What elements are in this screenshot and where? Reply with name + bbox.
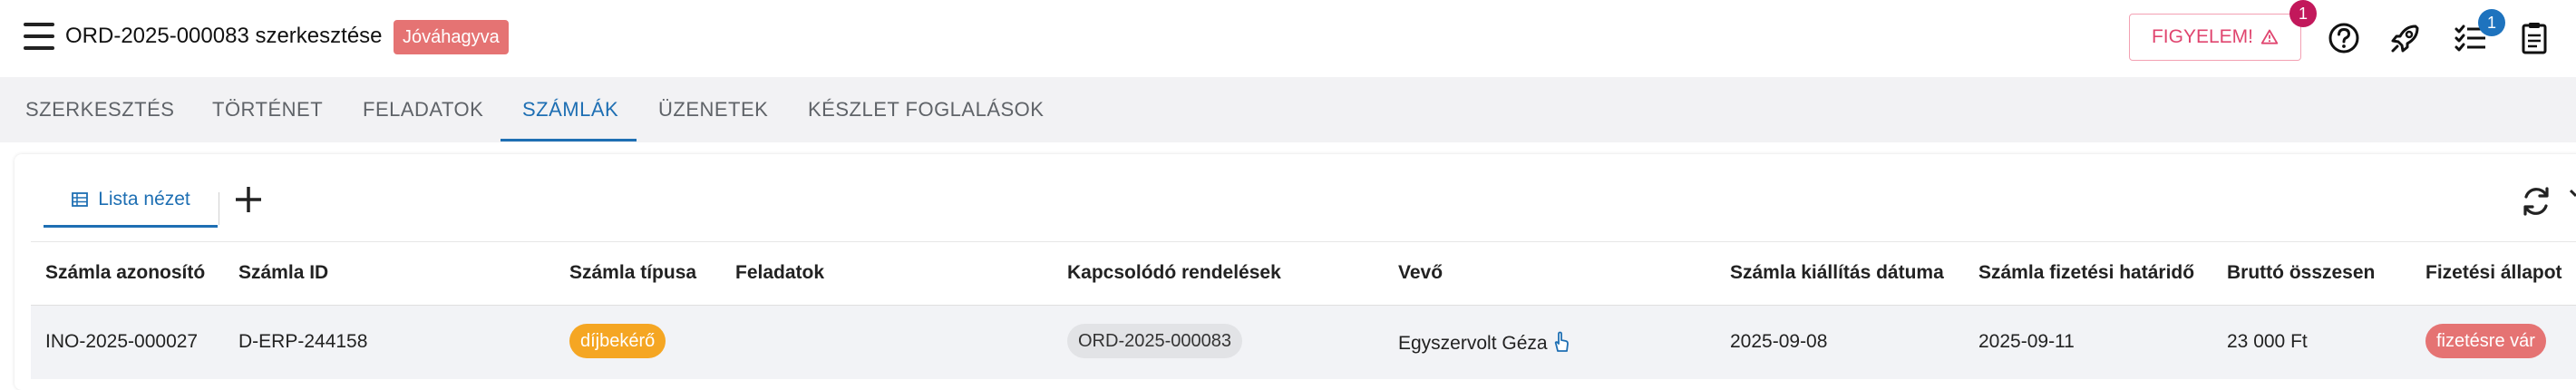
column-header-payment-status[interactable]: Fizetési állapot bbox=[2425, 262, 2562, 284]
column-header-invoice-id[interactable]: Számla ID bbox=[238, 262, 328, 284]
tasks-count-badge: 1 bbox=[2478, 9, 2505, 36]
page-title: ORD-2025-000083 szerkesztése bbox=[65, 24, 383, 48]
top-bar: ORD-2025-000083 szerkesztése Jóváhagyva … bbox=[0, 0, 2576, 78]
invoice-type-badge: díjbekérő bbox=[569, 324, 666, 358]
payment-status-badge: fizetésre vár bbox=[2425, 324, 2546, 358]
menu-icon[interactable] bbox=[24, 23, 54, 52]
cell-customer[interactable]: Egyszervolt Géza bbox=[1398, 331, 1570, 355]
tab-history[interactable]: TÖRTÉNET bbox=[212, 77, 323, 142]
warning-button[interactable]: FIGYELEM! bbox=[2129, 14, 2301, 61]
tab-stock-reservations[interactable]: KÉSZLET FOGLALÁSOK bbox=[808, 77, 1044, 142]
cell-invoice-id: D-ERP-244158 bbox=[238, 331, 368, 352]
refresh-icon[interactable] bbox=[2516, 181, 2556, 221]
column-header-gross-total[interactable]: Bruttó összesen bbox=[2227, 262, 2375, 284]
status-badge: Jóváhagyva bbox=[394, 20, 509, 54]
list-view-label: Lista nézet bbox=[98, 189, 190, 210]
column-header-tasks[interactable]: Feladatok bbox=[735, 262, 824, 284]
table-icon bbox=[72, 192, 89, 207]
rocket-icon[interactable] bbox=[2386, 18, 2425, 58]
table-row[interactable]: INO-2025-000027 D-ERP-244158 díjbekérő O… bbox=[31, 305, 2576, 379]
list-view-tab[interactable]: Lista nézet bbox=[44, 174, 218, 228]
column-header-invoice-type[interactable]: Számla típusa bbox=[569, 262, 696, 284]
warning-icon bbox=[2260, 29, 2279, 44]
column-header-invoice-code[interactable]: Számla azonosító bbox=[45, 262, 205, 284]
cell-issue-date: 2025-09-08 bbox=[1730, 331, 1828, 352]
column-header-related-orders[interactable]: Kapcsolódó rendelések bbox=[1067, 262, 1281, 284]
tab-messages[interactable]: ÜZENETEK bbox=[658, 77, 768, 142]
tab-edit[interactable]: SZERKESZTÉS bbox=[25, 77, 174, 142]
tab-tasks[interactable]: FELADATOK bbox=[363, 77, 483, 142]
active-tab-indicator bbox=[501, 139, 637, 141]
pointer-hand-icon bbox=[1555, 331, 1570, 352]
add-icon[interactable] bbox=[230, 181, 267, 218]
tab-bar: SZERKESZTÉS TÖRTÉNET FELADATOK SZÁMLÁK Ü… bbox=[0, 77, 2576, 142]
warning-label: FIGYELEM! bbox=[2151, 26, 2254, 47]
cell-gross-total: 23 000 Ft bbox=[2227, 331, 2308, 352]
help-icon[interactable] bbox=[2324, 18, 2364, 58]
more-options-icon[interactable] bbox=[2570, 187, 2576, 214]
cell-due-date: 2025-09-11 bbox=[1978, 331, 2075, 352]
column-header-customer[interactable]: Vevő bbox=[1398, 262, 1443, 284]
related-order-chip[interactable]: ORD-2025-000083 bbox=[1067, 324, 1242, 358]
column-header-issue-date[interactable]: Számla kiállítás dátuma bbox=[1730, 262, 1944, 284]
clipboard-icon[interactable] bbox=[2514, 18, 2554, 58]
tab-invoices[interactable]: SZÁMLÁK bbox=[522, 77, 618, 142]
customer-name: Egyszervolt Géza bbox=[1398, 333, 1548, 354]
warning-count-badge: 1 bbox=[2289, 0, 2317, 27]
cell-invoice-code: INO-2025-000027 bbox=[45, 331, 199, 352]
column-header-due-date[interactable]: Számla fizetési határidő bbox=[1978, 262, 2194, 284]
table-header-row: Számla azonosító Számla ID Számla típusa… bbox=[31, 241, 2576, 306]
